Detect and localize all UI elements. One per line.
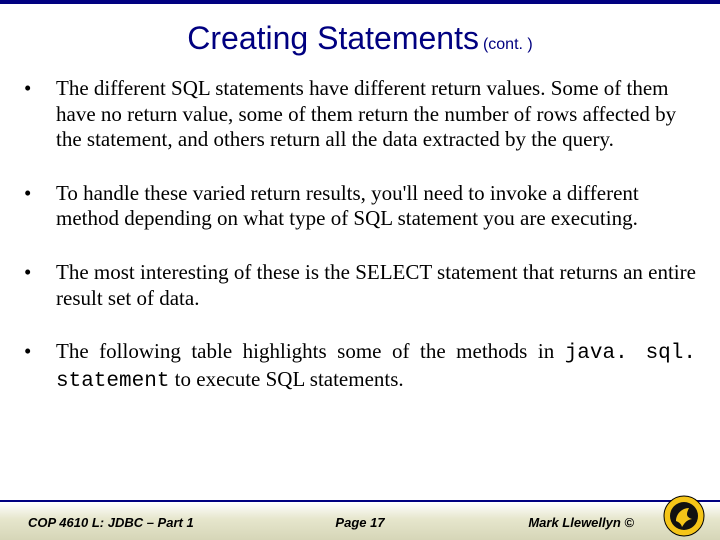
bullet-text: The following table highlights some of t… [56,339,696,394]
bullet-dot-icon: • [24,181,56,232]
bullet-dot-icon: • [24,339,56,394]
slide-title-cont: (cont. ) [483,36,533,53]
ucf-pegasus-logo-icon [662,494,706,538]
bullet-text: To handle these varied return results, y… [56,181,696,232]
footer-inner: COP 4610 L: JDBC – Part 1 Page 17 Mark L… [0,500,720,540]
slide: Creating Statements (cont. ) • The diffe… [0,0,720,540]
footer-author: Mark Llewellyn © [528,515,634,530]
bullet-dot-icon: • [24,260,56,311]
bullet4-pre: The following table highlights some of t… [56,339,565,363]
top-border [0,0,720,4]
bullet-text: The most interesting of these is the SEL… [56,260,696,311]
bullet-item: • To handle these varied return results,… [24,181,696,232]
bullet-item: • The different SQL statements have diff… [24,76,696,153]
bullet-text: The different SQL statements have differ… [56,76,696,153]
slide-title: Creating Statements [187,20,479,56]
bullet-item: • The most interesting of these is the S… [24,260,696,311]
bullet4-post: to execute SQL statements. [169,367,403,391]
bullet-item: • The following table highlights some of… [24,339,696,394]
body-area: • The different SQL statements have diff… [24,76,696,422]
title-row: Creating Statements (cont. ) [0,20,720,57]
footer-bar: COP 4610 L: JDBC – Part 1 Page 17 Mark L… [0,500,720,540]
bullet-dot-icon: • [24,76,56,153]
